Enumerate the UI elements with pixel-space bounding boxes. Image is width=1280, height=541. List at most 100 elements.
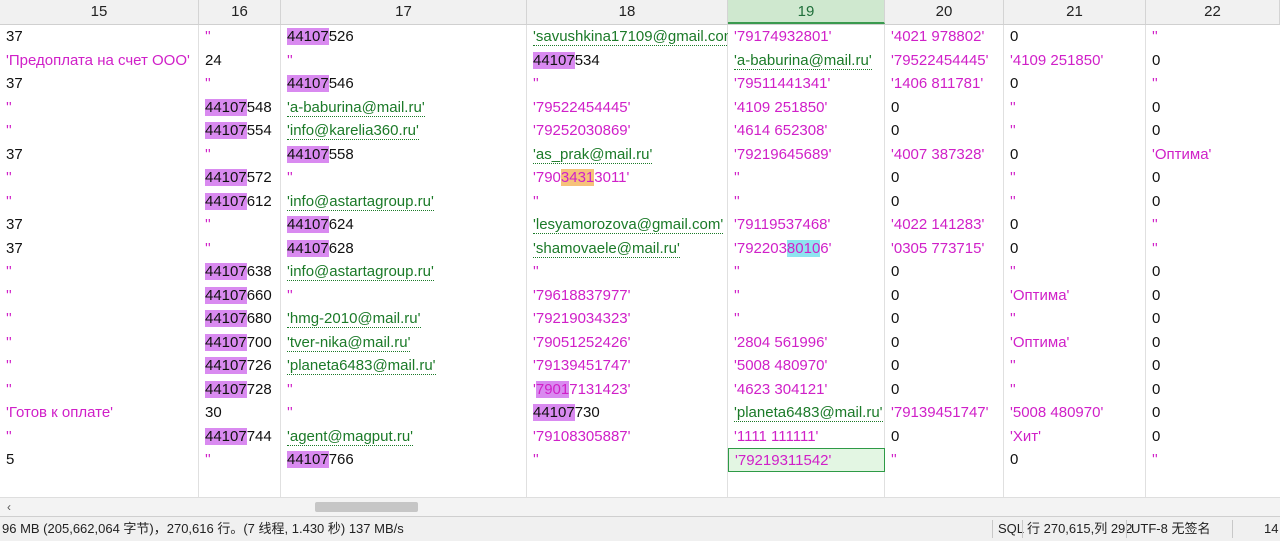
grid-cell[interactable]: '1111 111111'	[728, 425, 885, 449]
grid-cell[interactable]: '79522454445'	[885, 49, 1004, 73]
status-cursor-position[interactable]: 行 270,615,列 292	[1027, 517, 1133, 541]
grid-cell[interactable]: ''	[1004, 260, 1146, 284]
grid-cell[interactable]: '5008 480970'	[728, 354, 885, 378]
status-language[interactable]: SQL	[998, 517, 1024, 541]
grid-cell[interactable]: 'Предоплата на счет ООО'	[0, 49, 199, 73]
grid-cell[interactable]: '79119537468'	[728, 213, 885, 237]
grid-cell[interactable]: ''	[527, 190, 728, 214]
grid-cell[interactable]: ''	[728, 307, 885, 331]
grid-cell[interactable]: '4109 251850'	[1004, 49, 1146, 73]
scroll-thumb[interactable]	[315, 502, 418, 512]
scroll-left-icon[interactable]: ‹	[2, 498, 16, 516]
grid-cell[interactable]: ''	[281, 284, 527, 308]
column-header-16[interactable]: 16	[199, 0, 281, 24]
grid-cell[interactable]: '79017131423'	[527, 378, 728, 402]
grid-cell[interactable]: 0	[885, 96, 1004, 120]
grid-cell[interactable]: '79252030869'	[527, 119, 728, 143]
grid-cell[interactable]: '79174932801'	[728, 25, 885, 49]
grid-cell[interactable]: ''	[199, 213, 281, 237]
grid-cell[interactable]: 44107728	[199, 378, 281, 402]
grid-cell[interactable]: 0	[885, 331, 1004, 355]
grid-cell[interactable]: '4614 652308'	[728, 119, 885, 143]
grid-cell[interactable]: '79034313011'	[527, 166, 728, 190]
grid-cell[interactable]: '79220380106'	[728, 237, 885, 261]
grid-cell[interactable]: 44107624	[281, 213, 527, 237]
grid-cell[interactable]: 'lesyamorozova@gmail.com'	[527, 213, 728, 237]
grid-cell[interactable]: ''	[0, 331, 199, 355]
grid-cell[interactable]: 'Оптима'	[1004, 284, 1146, 308]
grid-cell[interactable]: 44107534	[527, 49, 728, 73]
grid-cell[interactable]: 'savushkina17109@gmail.com'	[527, 25, 728, 49]
grid-cell[interactable]: ''	[0, 260, 199, 284]
grid-cell[interactable]: '1406 811781'	[885, 72, 1004, 96]
grid-cell[interactable]: 'hmg-2010@mail.ru'	[281, 307, 527, 331]
horizontal-scrollbar[interactable]: ‹	[0, 497, 1280, 516]
grid-cell[interactable]: '2804 561996'	[728, 331, 885, 355]
column-header-15[interactable]: 15	[0, 0, 199, 24]
grid-cell[interactable]: ''	[0, 354, 199, 378]
grid-cell[interactable]: ''	[1004, 190, 1146, 214]
grid-cell[interactable]: '79051252426'	[527, 331, 728, 355]
grid-cell[interactable]: 'info@astartagroup.ru'	[281, 190, 527, 214]
grid-cell[interactable]: 37	[0, 213, 199, 237]
grid-cell[interactable]: 'planeta6483@mail.ru'	[281, 354, 527, 378]
grid-cell[interactable]: '0305 773715'	[885, 237, 1004, 261]
grid-cell[interactable]: 'agent@magput.ru'	[281, 425, 527, 449]
grid-cell[interactable]: 'info@karelia360.ru'	[281, 119, 527, 143]
grid-cell[interactable]: 0	[885, 378, 1004, 402]
grid-cell[interactable]: ''	[728, 166, 885, 190]
grid-cell[interactable]: 0	[885, 307, 1004, 331]
grid-cell[interactable]: ''	[199, 237, 281, 261]
grid-cell[interactable]: ''	[1004, 378, 1146, 402]
grid-cell[interactable]: '79139451747'	[885, 401, 1004, 425]
grid-cell[interactable]: 37	[0, 25, 199, 49]
grid-cell[interactable]: ''	[0, 425, 199, 449]
grid-cell[interactable]: 44107726	[199, 354, 281, 378]
grid-cell[interactable]: ''	[281, 49, 527, 73]
grid-cell[interactable]: 0	[1146, 354, 1280, 378]
grid-cell[interactable]: ''	[728, 260, 885, 284]
grid-cell[interactable]: 'tver-nika@mail.ru'	[281, 331, 527, 355]
column-header-20[interactable]: 20	[885, 0, 1004, 24]
grid-cell[interactable]: ''	[885, 448, 1004, 472]
grid-cell[interactable]: 44107554	[199, 119, 281, 143]
grid-cell[interactable]: ''	[728, 284, 885, 308]
grid-cell[interactable]: 0	[885, 119, 1004, 143]
column-header-18[interactable]: 18	[527, 0, 728, 24]
status-encoding[interactable]: UTF-8 无签名	[1131, 517, 1210, 541]
grid-cell[interactable]: '79219645689'	[728, 143, 885, 167]
grid-cell[interactable]: ''	[281, 166, 527, 190]
grid-cell[interactable]: 'info@astartagroup.ru'	[281, 260, 527, 284]
grid-cell[interactable]: ''	[527, 72, 728, 96]
grid-cell[interactable]: '79139451747'	[527, 354, 728, 378]
grid-cell[interactable]: 0	[1004, 25, 1146, 49]
grid-cell[interactable]: 44107638	[199, 260, 281, 284]
grid-cell[interactable]: 'as_prak@mail.ru'	[527, 143, 728, 167]
grid-cell[interactable]: 0	[885, 260, 1004, 284]
grid-cell[interactable]: 0	[1146, 307, 1280, 331]
grid-cell[interactable]: ''	[1004, 96, 1146, 120]
grid-cell[interactable]: 'a-baburina@mail.ru'	[281, 96, 527, 120]
grid-cell[interactable]: 0	[885, 190, 1004, 214]
grid-cell[interactable]: '79219034323'	[527, 307, 728, 331]
grid-cell[interactable]: 0	[1146, 331, 1280, 355]
grid-cell[interactable]: 0	[1146, 49, 1280, 73]
grid-cell[interactable]: 'Готов к оплате'	[0, 401, 199, 425]
grid-cell[interactable]: ''	[281, 401, 527, 425]
column-header-22[interactable]: 22	[1146, 0, 1280, 24]
grid-cell[interactable]: 44107612	[199, 190, 281, 214]
column-header-19[interactable]: 19	[728, 0, 885, 24]
grid-cell[interactable]: 'Оптима'	[1004, 331, 1146, 355]
grid-cell[interactable]: '79522454445'	[527, 96, 728, 120]
grid-cell[interactable]: 37	[0, 72, 199, 96]
grid-cell[interactable]: 0	[1146, 96, 1280, 120]
grid-cell[interactable]: 'shamovaele@mail.ru'	[527, 237, 728, 261]
grid-cell[interactable]: ''	[0, 166, 199, 190]
grid-cell[interactable]: ''	[1004, 307, 1146, 331]
grid-cell[interactable]: 44107526	[281, 25, 527, 49]
grid-cell[interactable]: 44107548	[199, 96, 281, 120]
column-header-21[interactable]: 21	[1004, 0, 1146, 24]
grid-cell[interactable]: '4623 304121'	[728, 378, 885, 402]
grid-cell[interactable]: ''	[199, 143, 281, 167]
grid-cell[interactable]: 0	[885, 354, 1004, 378]
